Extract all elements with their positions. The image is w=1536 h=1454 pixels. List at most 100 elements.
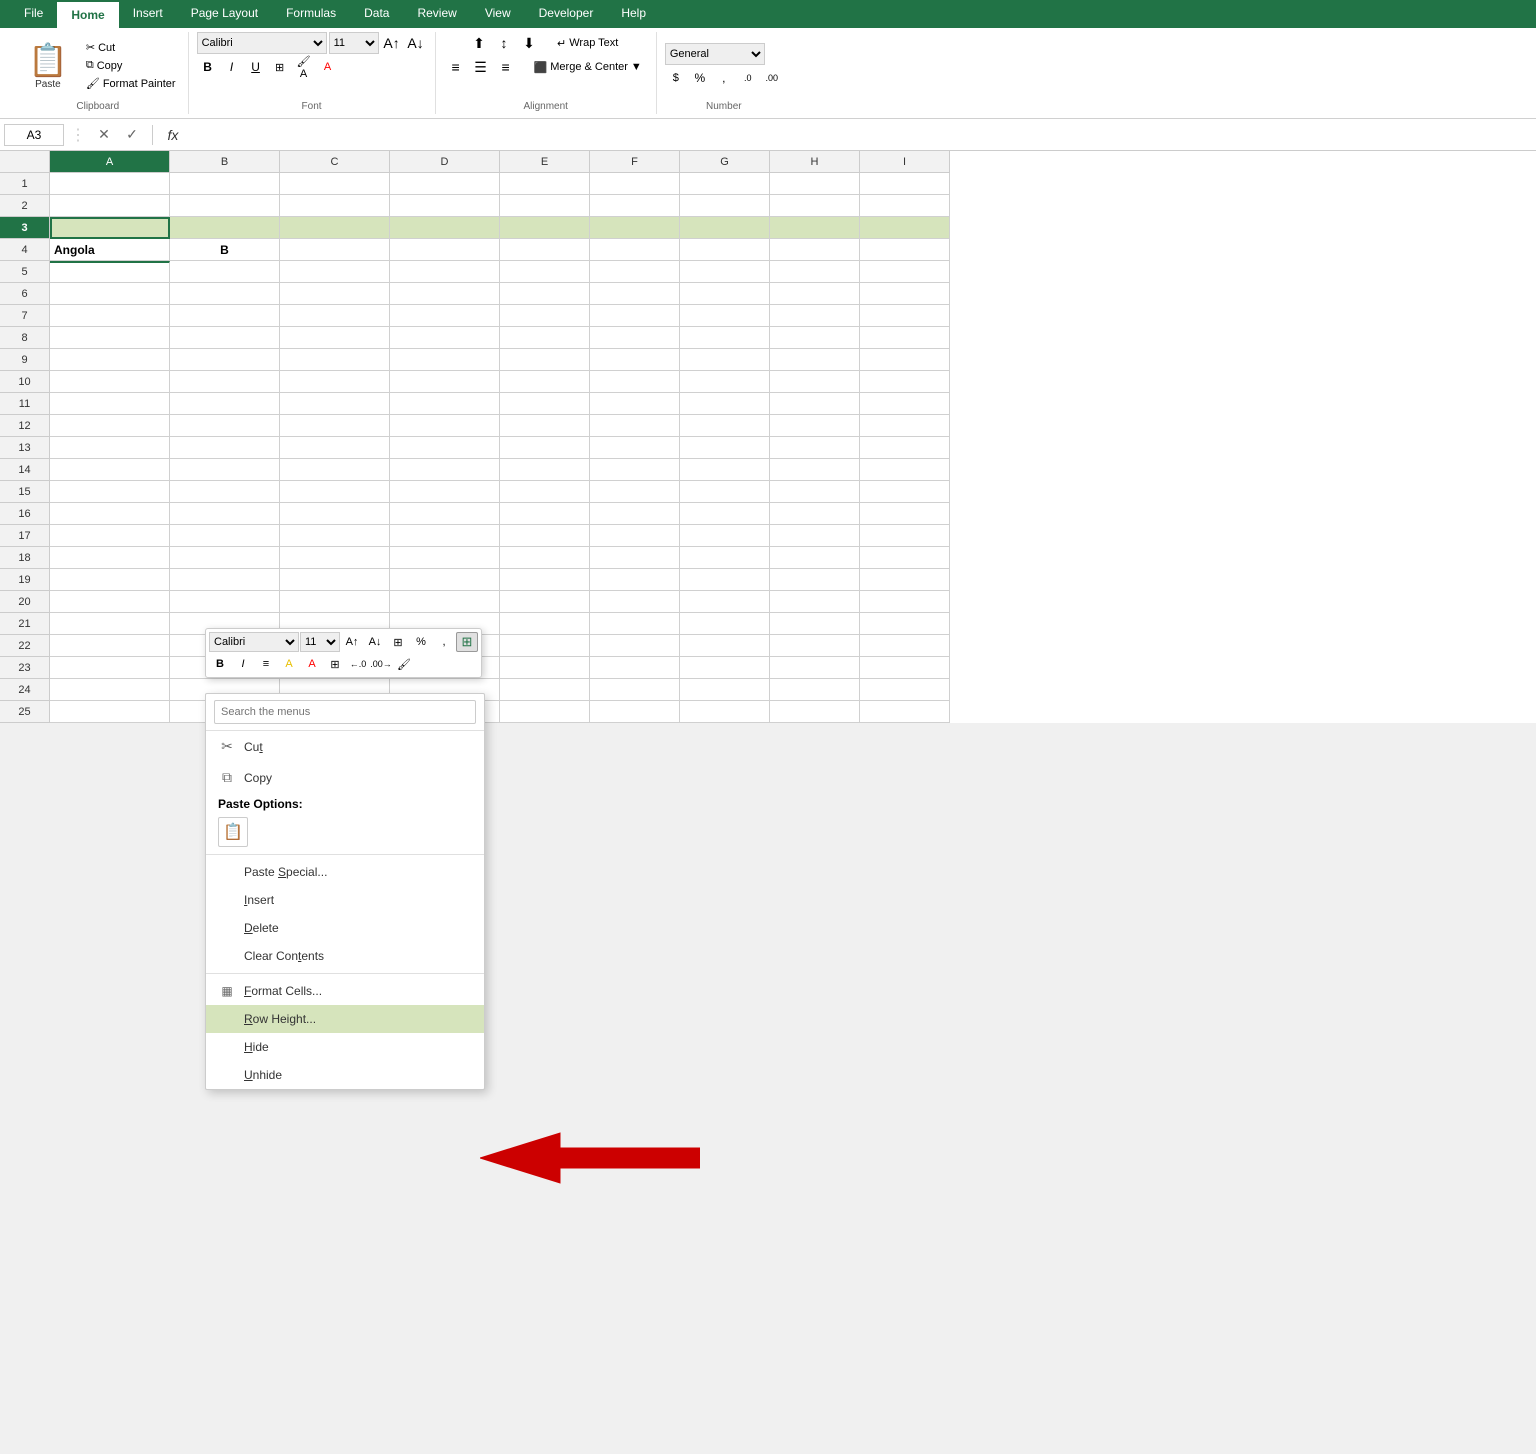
cell-f8[interactable] [590, 327, 680, 349]
ctx-delete-item[interactable]: Delete [206, 914, 484, 942]
cell-b8[interactable] [170, 327, 280, 349]
cell-d7[interactable] [390, 305, 500, 327]
cell-c1[interactable] [280, 173, 390, 195]
cell-g5[interactable] [680, 261, 770, 283]
cell-i14[interactable] [860, 459, 950, 481]
row-num-6[interactable]: 6 [0, 283, 50, 305]
cell-b16[interactable] [170, 503, 280, 525]
cell-e2[interactable] [500, 195, 590, 217]
cell-g19[interactable] [680, 569, 770, 591]
row-num-7[interactable]: 7 [0, 305, 50, 327]
cell-a4[interactable]: Angola [50, 239, 170, 261]
cell-e24[interactable] [500, 679, 590, 701]
row-num-10[interactable]: 10 [0, 371, 50, 393]
cell-c2[interactable] [280, 195, 390, 217]
tab-insert[interactable]: Insert [119, 0, 177, 28]
cell-i8[interactable] [860, 327, 950, 349]
cell-g3[interactable] [680, 217, 770, 239]
row-num-1[interactable]: 1 [0, 173, 50, 195]
cell-h5[interactable] [770, 261, 860, 283]
cell-a20[interactable] [50, 591, 170, 613]
cell-c6[interactable] [280, 283, 390, 305]
cell-i15[interactable] [860, 481, 950, 503]
cell-d13[interactable] [390, 437, 500, 459]
cell-i12[interactable] [860, 415, 950, 437]
mini-align-button[interactable]: ≡ [255, 654, 277, 674]
cell-a22[interactable] [50, 635, 170, 657]
cell-d17[interactable] [390, 525, 500, 547]
cell-g1[interactable] [680, 173, 770, 195]
cell-i9[interactable] [860, 349, 950, 371]
cell-e13[interactable] [500, 437, 590, 459]
cell-g25[interactable] [680, 701, 770, 723]
cell-e5[interactable] [500, 261, 590, 283]
cell-h9[interactable] [770, 349, 860, 371]
cell-d5[interactable] [390, 261, 500, 283]
cell-d1[interactable] [390, 173, 500, 195]
align-right-button[interactable]: ≡ [494, 56, 518, 78]
cell-c11[interactable] [280, 393, 390, 415]
cell-f16[interactable] [590, 503, 680, 525]
row-num-24[interactable]: 24 [0, 679, 50, 701]
context-menu-search-input[interactable] [214, 700, 476, 724]
cell-i7[interactable] [860, 305, 950, 327]
cell-h3[interactable] [770, 217, 860, 239]
cell-c9[interactable] [280, 349, 390, 371]
ctx-cut-item[interactable]: ✂ Cut [206, 731, 484, 762]
mini-italic-button[interactable]: I [232, 654, 254, 674]
cell-f14[interactable] [590, 459, 680, 481]
cell-i24[interactable] [860, 679, 950, 701]
cell-f5[interactable] [590, 261, 680, 283]
fill-color-button[interactable]: 🖌A [293, 56, 315, 78]
cell-a19[interactable] [50, 569, 170, 591]
cell-h14[interactable] [770, 459, 860, 481]
cell-f7[interactable] [590, 305, 680, 327]
mini-font-color-button[interactable]: A [301, 654, 323, 674]
row-num-25[interactable]: 25 [0, 701, 50, 723]
cell-e21[interactable] [500, 613, 590, 635]
mini-percent-button[interactable]: % [410, 632, 432, 652]
cell-i4[interactable] [860, 239, 950, 261]
tab-data[interactable]: Data [350, 0, 403, 28]
cell-f10[interactable] [590, 371, 680, 393]
cell-g7[interactable] [680, 305, 770, 327]
decrease-decimal-button[interactable]: .0 [737, 67, 759, 89]
cell-c12[interactable] [280, 415, 390, 437]
mini-table-button[interactable]: ⊞ [456, 632, 478, 652]
cell-f4[interactable] [590, 239, 680, 261]
row-num-11[interactable]: 11 [0, 393, 50, 415]
paste-option-1[interactable]: 📋 [218, 817, 248, 847]
cell-e14[interactable] [500, 459, 590, 481]
tab-page-layout[interactable]: Page Layout [177, 0, 272, 28]
cell-g12[interactable] [680, 415, 770, 437]
cell-f1[interactable] [590, 173, 680, 195]
cell-g11[interactable] [680, 393, 770, 415]
row-num-20[interactable]: 20 [0, 591, 50, 613]
cell-a2[interactable] [50, 195, 170, 217]
cell-h23[interactable] [770, 657, 860, 679]
cell-d19[interactable] [390, 569, 500, 591]
cell-i21[interactable] [860, 613, 950, 635]
cell-h24[interactable] [770, 679, 860, 701]
cell-a23[interactable] [50, 657, 170, 679]
row-num-21[interactable]: 21 [0, 613, 50, 635]
cell-a18[interactable] [50, 547, 170, 569]
cell-g13[interactable] [680, 437, 770, 459]
cell-a16[interactable] [50, 503, 170, 525]
cell-e23[interactable] [500, 657, 590, 679]
ctx-hide-item[interactable]: Hide [206, 1033, 484, 1061]
cell-h10[interactable] [770, 371, 860, 393]
cell-h22[interactable] [770, 635, 860, 657]
cell-c7[interactable] [280, 305, 390, 327]
confirm-formula-button[interactable]: ✓ [120, 124, 144, 146]
cell-c17[interactable] [280, 525, 390, 547]
cell-a9[interactable] [50, 349, 170, 371]
cell-d10[interactable] [390, 371, 500, 393]
cell-c8[interactable] [280, 327, 390, 349]
cell-f17[interactable] [590, 525, 680, 547]
cell-f23[interactable] [590, 657, 680, 679]
col-header-e[interactable]: E [500, 151, 590, 173]
font-grow-button[interactable]: A↑ [381, 32, 403, 54]
cell-d16[interactable] [390, 503, 500, 525]
col-header-g[interactable]: G [680, 151, 770, 173]
